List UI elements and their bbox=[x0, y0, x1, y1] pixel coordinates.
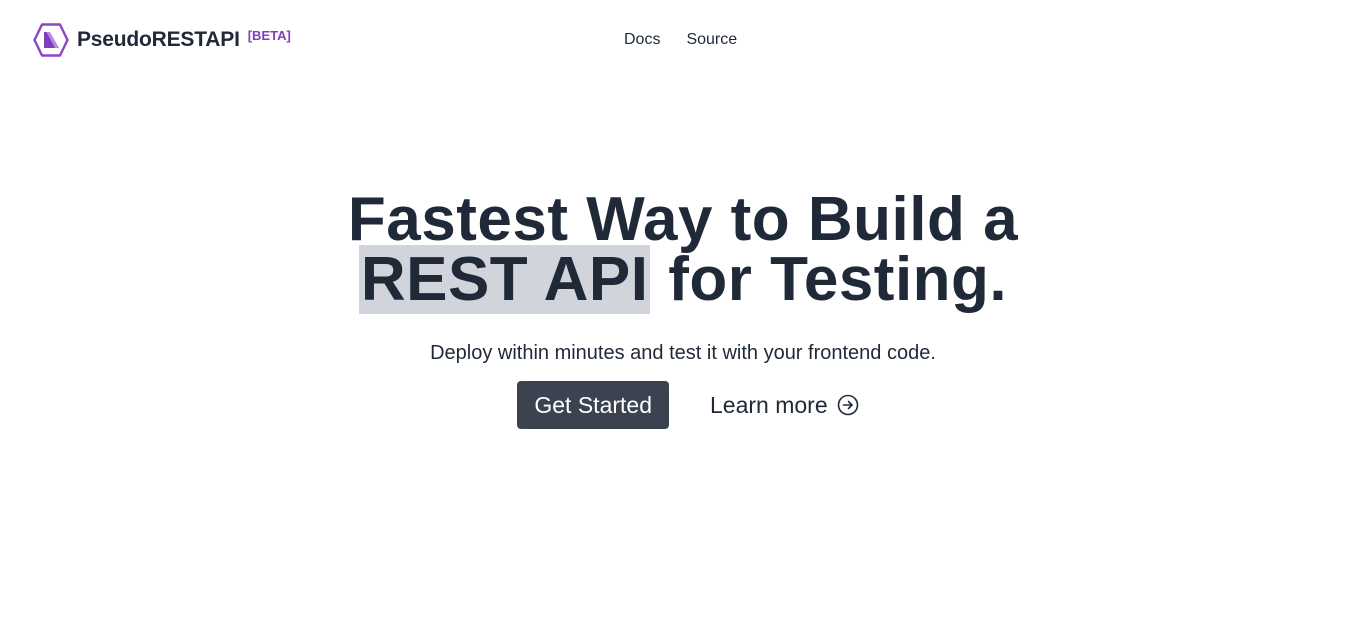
hero-title-line-2: REST API for Testing. bbox=[0, 245, 1366, 314]
learn-more-link[interactable]: Learn more bbox=[710, 392, 859, 419]
hero-actions: Get Started Learn more bbox=[0, 381, 1366, 429]
landing-page: PseudoRESTAPI [BETA] Docs Source Fastest… bbox=[0, 0, 1366, 620]
nav-link-source[interactable]: Source bbox=[686, 31, 737, 49]
brand-home-link[interactable]: PseudoRESTAPI [BETA] bbox=[33, 23, 291, 57]
top-nav: Docs Source bbox=[624, 31, 737, 49]
hero-section: Fastest Way to Build a REST API for Test… bbox=[0, 185, 1366, 429]
hero-subtitle: Deploy within minutes and test it with y… bbox=[430, 342, 936, 364]
learn-more-label: Learn more bbox=[710, 391, 828, 418]
hero-title-highlight: REST API bbox=[358, 245, 651, 314]
hero-title-line-1: Fastest Way to Build a bbox=[347, 185, 1019, 254]
brand-name: PseudoRESTAPI bbox=[77, 28, 240, 51]
hero-title: Fastest Way to Build a REST API for Test… bbox=[0, 185, 1366, 314]
beta-badge: [BETA] bbox=[247, 28, 291, 43]
nav-link-docs[interactable]: Docs bbox=[624, 31, 660, 49]
get-started-button[interactable]: Get Started bbox=[517, 381, 669, 429]
hexagon-logo-icon bbox=[33, 23, 69, 57]
hero-title-line-2-rest: for Testing. bbox=[650, 245, 1008, 314]
arrow-right-circle-icon bbox=[837, 394, 858, 416]
